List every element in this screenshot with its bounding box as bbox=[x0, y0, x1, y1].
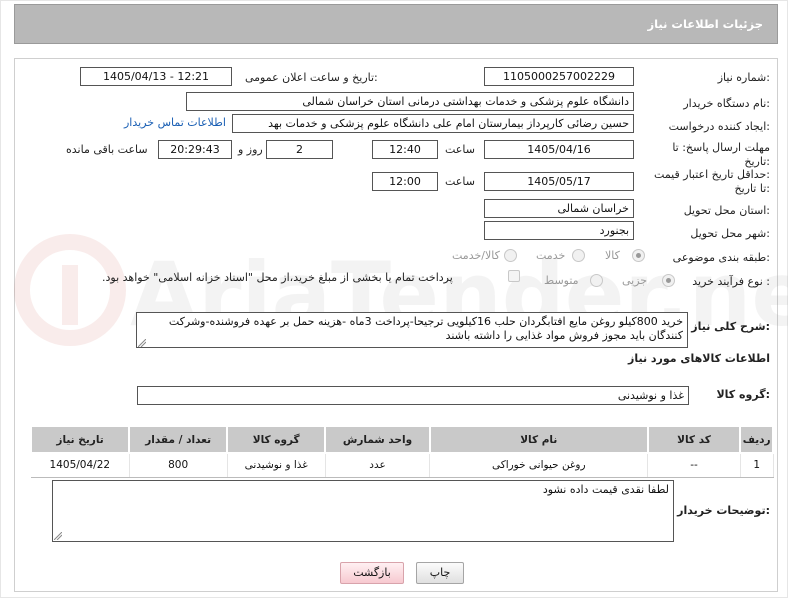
process-label: نوع فرآیند خرید : bbox=[692, 275, 770, 288]
col-code: کد کالا bbox=[646, 425, 742, 454]
goods-table-header: ردیف کد کالا نام کالا واحد شمارش گروه کا… bbox=[29, 425, 774, 454]
city-label: شهر محل تحویل: bbox=[690, 227, 770, 240]
requester-field: حسین رضائی کارپرداز بیمارستان امام علی د… bbox=[232, 114, 634, 133]
cell-unit: عدد bbox=[325, 453, 431, 478]
table-row[interactable]: 1 -- روغن حیوانی خوراکی عدد غذا و نوشیدن… bbox=[31, 453, 774, 478]
treasury-payment-checkbox[interactable] bbox=[508, 270, 520, 282]
process-option-minor: جزیی bbox=[622, 274, 648, 287]
process-option-medium: متوسط bbox=[544, 274, 579, 287]
page-title: جزئیات اطلاعات نیاز bbox=[647, 17, 763, 31]
buyer-notes-textarea[interactable]: لطفا نقدی قیمت داده نشود bbox=[52, 480, 674, 542]
print-button[interactable]: چاپ bbox=[416, 562, 464, 584]
goods-section-title: اطلاعات کالاهای مورد نیاز bbox=[628, 352, 770, 365]
announce-label: تاریخ و ساعت اعلان عمومی: bbox=[245, 71, 378, 84]
cell-code: -- bbox=[647, 453, 741, 478]
process-radio-medium[interactable] bbox=[590, 274, 603, 287]
resize-grip-icon[interactable] bbox=[138, 339, 146, 347]
announce-datetime-field: 1405/04/13 - 12:21 bbox=[80, 67, 232, 86]
cell-name: روغن حیوانی خوراکی bbox=[429, 453, 649, 478]
remaining-time-field: 20:29:43 bbox=[158, 140, 232, 159]
need-number-label: شماره نیاز: bbox=[717, 71, 770, 84]
buyer-notes-label: توضیحات خریدار: bbox=[677, 504, 770, 517]
validity-date-field: 1405/05/17 bbox=[484, 172, 634, 191]
title-bar: جزئیات اطلاعات نیاز bbox=[14, 4, 778, 44]
col-unit: واحد شمارش bbox=[324, 425, 431, 454]
col-group: گروه کالا bbox=[226, 425, 327, 454]
min-validity-label-date: تا تاریخ: bbox=[734, 182, 770, 195]
back-button[interactable]: بازگشت bbox=[340, 562, 404, 584]
remaining-time-label: ساعت باقی مانده bbox=[66, 143, 148, 156]
min-validity-label: حداقل تاریخ اعتبار قیمت: bbox=[654, 168, 770, 181]
days-remaining-field: 2 bbox=[266, 140, 333, 159]
validity-hour-label: ساعت bbox=[445, 175, 475, 188]
buyer-contact-link[interactable]: اطلاعات تماس خریدار bbox=[124, 116, 226, 129]
validity-time-field: 12:00 bbox=[372, 172, 438, 191]
category-option-service: خدمت bbox=[536, 249, 566, 262]
col-date: تاریخ نیاز bbox=[29, 425, 131, 454]
deadline-label-date: تاریخ: bbox=[744, 155, 770, 168]
resize-grip-icon[interactable] bbox=[54, 532, 62, 540]
description-label: شرح کلی نیاز: bbox=[691, 320, 770, 333]
cell-qty: 800 bbox=[129, 453, 228, 478]
goods-group-field: غذا و نوشیدنی bbox=[137, 386, 689, 405]
col-row: ردیف bbox=[739, 425, 774, 454]
cell-group: غذا و نوشیدنی bbox=[227, 453, 326, 478]
province-label: استان محل تحویل: bbox=[683, 204, 770, 217]
goods-group-label: گروه کالا: bbox=[716, 388, 770, 401]
category-option-goods: کالا bbox=[605, 249, 620, 262]
category-label: طبقه بندی موضوعی: bbox=[672, 251, 770, 264]
category-radio-service[interactable] bbox=[572, 249, 585, 262]
process-radio-minor[interactable] bbox=[662, 274, 675, 287]
category-option-goods-service: کالا/خدمت bbox=[452, 249, 500, 262]
province-field: خراسان شمالی bbox=[484, 199, 634, 218]
deadline-hour-label: ساعت bbox=[445, 143, 475, 156]
col-qty: تعداد / مقدار bbox=[128, 425, 229, 454]
deadline-date-field: 1405/04/16 bbox=[484, 140, 634, 159]
city-field: بجنورد bbox=[484, 221, 634, 240]
cell-date: 1405/04/22 bbox=[31, 453, 130, 478]
category-radio-goods-service[interactable] bbox=[504, 249, 517, 262]
description-textarea[interactable]: خرید 800کیلو روغن مایع افتابگردان حلب 16… bbox=[136, 312, 688, 348]
deadline-label: مهلت ارسال پاسخ: تا bbox=[672, 141, 770, 154]
need-number-field: 1105000257002229 bbox=[484, 67, 634, 86]
deadline-time-field: 12:40 bbox=[372, 140, 438, 159]
buyer-org-field: دانشگاه علوم پزشکی و خدمات بهداشتی درمان… bbox=[186, 92, 634, 111]
category-radio-goods[interactable] bbox=[632, 249, 645, 262]
goods-table: ردیف کد کالا نام کالا واحد شمارش گروه کا… bbox=[29, 425, 774, 478]
col-name: نام کالا bbox=[428, 425, 649, 454]
buyer-org-label: نام دستگاه خریدار: bbox=[683, 97, 770, 110]
requester-label: ایجاد کننده درخواست: bbox=[668, 120, 770, 133]
cell-row: 1 bbox=[740, 453, 774, 478]
day-label: روز و bbox=[238, 143, 263, 156]
treasury-payment-note: پرداخت تمام یا بخشی از مبلغ خرید،از محل … bbox=[102, 271, 453, 284]
